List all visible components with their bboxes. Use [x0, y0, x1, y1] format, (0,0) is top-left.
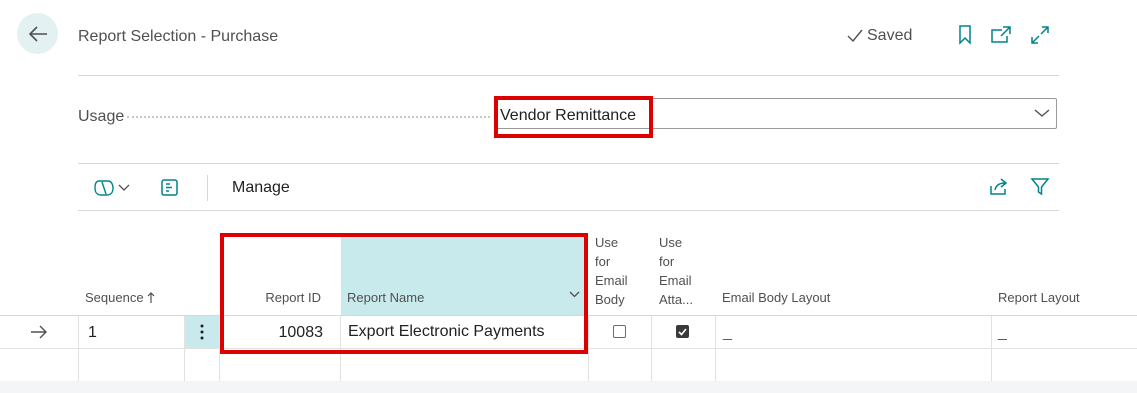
copilot-icon	[93, 180, 114, 196]
column-divider	[340, 316, 341, 381]
email-body-header-line: Use	[595, 235, 619, 250]
column-header-use-for-email-body[interactable]: Use for Email Body	[595, 233, 628, 309]
row-report-name[interactable]: Export Electronic Payments	[348, 323, 545, 341]
column-header-email-body-layout[interactable]: Email Body Layout	[722, 288, 830, 307]
email-attachment-header-line: for	[659, 254, 675, 269]
usage-value: Vendor Remittance	[500, 107, 637, 124]
bookmark-icon	[959, 25, 971, 45]
saved-status: Saved	[846, 27, 912, 45]
saved-label: Saved	[867, 27, 913, 44]
column-divider	[78, 316, 79, 381]
row-divider	[0, 348, 1137, 349]
check-icon	[847, 29, 863, 43]
use-for-email-attachment-checkbox[interactable]	[676, 325, 689, 338]
expand-icon	[1031, 26, 1049, 44]
header-row-divider	[0, 315, 1137, 316]
email-body-header-line: Email	[595, 273, 628, 288]
filter-button[interactable]	[1029, 176, 1051, 198]
edit-list-icon	[161, 179, 178, 196]
expand-button[interactable]	[1029, 24, 1051, 46]
back-button[interactable]	[17, 13, 58, 54]
column-divider	[715, 316, 716, 381]
email-attachment-header-line: Use	[659, 235, 683, 250]
share-icon	[990, 178, 1008, 195]
email-attachment-header-line: Atta...	[659, 292, 693, 307]
use-for-email-body-checkbox[interactable]	[613, 325, 626, 338]
copilot-button[interactable]	[90, 177, 132, 199]
header-divider	[78, 75, 1059, 76]
manage-menu[interactable]: Manage	[232, 179, 290, 197]
row-sequence[interactable]: 1	[88, 324, 97, 342]
row-report-layout[interactable]: _	[998, 324, 1007, 342]
row-pointer-arrow-icon	[31, 325, 47, 339]
column-header-report-id[interactable]: Report ID	[228, 288, 321, 307]
column-header-sequence[interactable]: Sequence	[85, 288, 155, 307]
edit-list-button[interactable]	[159, 177, 181, 199]
check-icon	[678, 327, 687, 336]
chevron-down-icon[interactable]	[569, 291, 580, 298]
grid-footer	[0, 381, 1137, 393]
email-attachment-header-line: Email	[659, 273, 692, 288]
row-report-id[interactable]: 10083	[228, 324, 324, 342]
usage-label: Usage	[78, 108, 125, 125]
usage-leader-dots	[127, 116, 490, 118]
open-new-window-button[interactable]	[990, 24, 1012, 46]
open-in-new-window-icon	[991, 26, 1011, 43]
row-email-body-layout[interactable]: _	[723, 324, 732, 342]
column-divider	[991, 316, 992, 381]
bookmark-button[interactable]	[954, 24, 976, 46]
chevron-down-icon	[118, 184, 129, 191]
email-body-header-line: for	[595, 254, 611, 269]
arrow-left-icon	[28, 25, 47, 42]
sequence-header-label: Sequence	[85, 290, 144, 305]
usage-divider	[78, 163, 1059, 164]
sort-ascending-icon	[147, 291, 154, 303]
share-button[interactable]	[988, 176, 1010, 198]
toolbar-divider	[78, 210, 1059, 211]
toolbar-separator	[207, 175, 208, 201]
column-divider	[588, 316, 589, 381]
row-actions-menu[interactable]	[185, 316, 219, 348]
column-header-report-name[interactable]: Report Name	[347, 288, 424, 307]
column-header-report-layout[interactable]: Report Layout	[998, 288, 1080, 307]
column-header-use-for-email-attachment[interactable]: Use for Email Atta...	[659, 233, 693, 309]
page-title: Report Selection - Purchase	[78, 28, 279, 45]
email-body-header-line: Body	[595, 292, 625, 307]
vertical-ellipsis-icon	[200, 324, 204, 340]
chevron-down-icon[interactable]	[1034, 108, 1050, 118]
column-divider	[219, 316, 220, 381]
column-divider	[651, 316, 652, 381]
filter-icon	[1030, 178, 1050, 196]
